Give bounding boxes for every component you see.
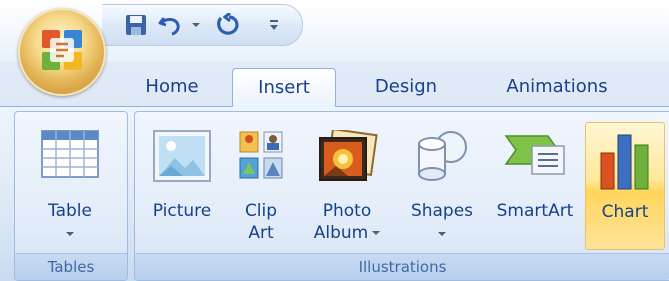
picture-label: Picture: [152, 201, 212, 221]
photo-album-label: Photo Album: [299, 200, 395, 244]
table-icon: [41, 130, 99, 178]
clip-art-label: Clip Art: [229, 200, 293, 244]
clip-art-icon: [239, 131, 283, 179]
table-label: Table: [48, 201, 92, 221]
picture-button[interactable]: Picture: [141, 122, 223, 248]
tab-design[interactable]: Design: [356, 68, 456, 106]
redo-icon[interactable]: [212, 9, 244, 41]
tab-animations[interactable]: Animations: [486, 68, 628, 106]
undo-icon[interactable]: [156, 9, 186, 41]
photo-album-icon: [319, 130, 378, 181]
illustrations-group: Picture Clip Art Photo Album Shapes Smar…: [134, 111, 669, 281]
tables-group-label: Tables: [15, 253, 127, 280]
photo-album-dropdown-icon: [372, 231, 381, 235]
smartart-label: SmartArt: [496, 201, 574, 221]
save-icon[interactable]: [122, 9, 150, 41]
picture-icon: [153, 130, 211, 182]
chart-button[interactable]: Chart: [585, 122, 665, 250]
photo-album-button[interactable]: Photo Album: [299, 122, 395, 248]
customize-qat-icon[interactable]: [264, 9, 284, 41]
shapes-button[interactable]: Shapes: [401, 122, 483, 248]
quick-access-toolbar: [102, 4, 303, 46]
clip-art-label-line1: Clip: [244, 201, 278, 221]
smartart-button[interactable]: SmartArt: [487, 122, 583, 248]
ribbon-panel: Table Tables Picture Clip Art Photo Albu…: [0, 106, 669, 281]
tab-insert[interactable]: Insert: [232, 68, 336, 107]
shapes-dropdown-icon: [438, 232, 446, 236]
undo-dropdown-icon[interactable]: [188, 9, 204, 41]
smartart-icon: [504, 135, 565, 175]
tab-home[interactable]: Home: [130, 68, 214, 106]
table-dropdown-icon: [66, 232, 74, 236]
photo-album-label-line2: Album: [313, 223, 369, 243]
tables-group: Table Tables: [14, 111, 128, 281]
chart-label: Chart: [601, 202, 649, 222]
shapes-icon: [418, 131, 467, 181]
office-logo-icon: [42, 30, 82, 70]
office-button[interactable]: [18, 8, 106, 96]
shapes-label: Shapes: [410, 201, 474, 221]
photo-album-label-line1: Photo: [322, 201, 372, 221]
table-button[interactable]: Table: [21, 122, 119, 248]
chart-icon: [600, 134, 649, 190]
illustrations-group-label: Illustrations: [135, 253, 669, 280]
clip-art-button[interactable]: Clip Art: [229, 122, 293, 248]
clip-art-label-line2: Art: [248, 223, 274, 243]
